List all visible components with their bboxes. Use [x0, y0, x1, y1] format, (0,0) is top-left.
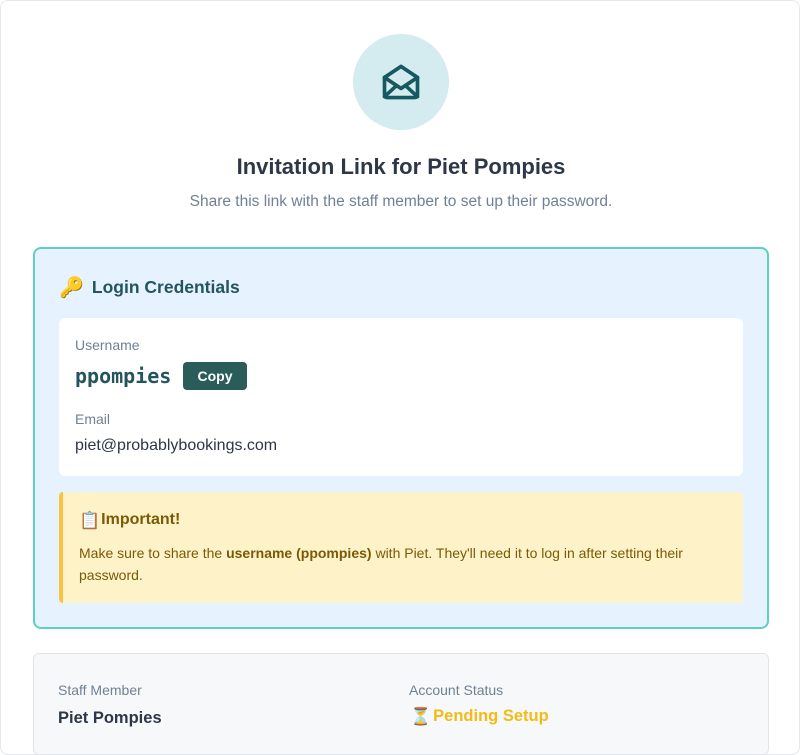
- username-value: ppompies: [75, 364, 172, 388]
- page-subtitle: Share this link with the staff member to…: [189, 193, 613, 210]
- clipboard-icon: 📋: [79, 510, 101, 530]
- username-label: Username: [75, 337, 140, 353]
- envelope-open-icon: [353, 34, 449, 130]
- page-title: Invitation Link for Piet Pompies: [236, 154, 566, 179]
- important-heading: 📋 Important!: [79, 511, 180, 529]
- email-label: Email: [75, 411, 111, 427]
- credentials-heading-label: Login Credentials: [91, 277, 240, 297]
- important-text: Make sure to share the username (ppompie…: [79, 542, 729, 586]
- staff-member-label: Staff Member: [58, 682, 142, 698]
- important-notice: 📋 Important! Make sure to share the user…: [59, 492, 743, 603]
- account-status-value: Pending Setup: [433, 707, 549, 725]
- important-title: Important!: [101, 511, 181, 528]
- account-status: ⏳ Pending Setup: [410, 707, 549, 726]
- credentials-box: Username ppompies Copy Email piet@probab…: [59, 318, 743, 476]
- credentials-panel: 🔑 Login Credentials Username ppompies Co…: [33, 247, 769, 629]
- copy-username-button[interactable]: Copy: [183, 362, 247, 390]
- key-icon: 🔑: [59, 276, 84, 299]
- account-status-label: Account Status: [409, 682, 504, 698]
- important-text-bold: username (ppompies): [226, 545, 372, 561]
- account-info-panel: Staff Member Piet Pompies Account Status…: [33, 653, 769, 755]
- email-value: piet@probablybookings.com: [75, 437, 278, 454]
- important-text-before: Make sure to share the: [79, 545, 227, 561]
- hourglass-icon: ⏳: [410, 707, 432, 726]
- invitation-card: Invitation Link for Piet Pompies Share t…: [0, 0, 800, 755]
- staff-member-value: Piet Pompies: [58, 709, 162, 727]
- credentials-heading: 🔑 Login Credentials: [59, 277, 240, 298]
